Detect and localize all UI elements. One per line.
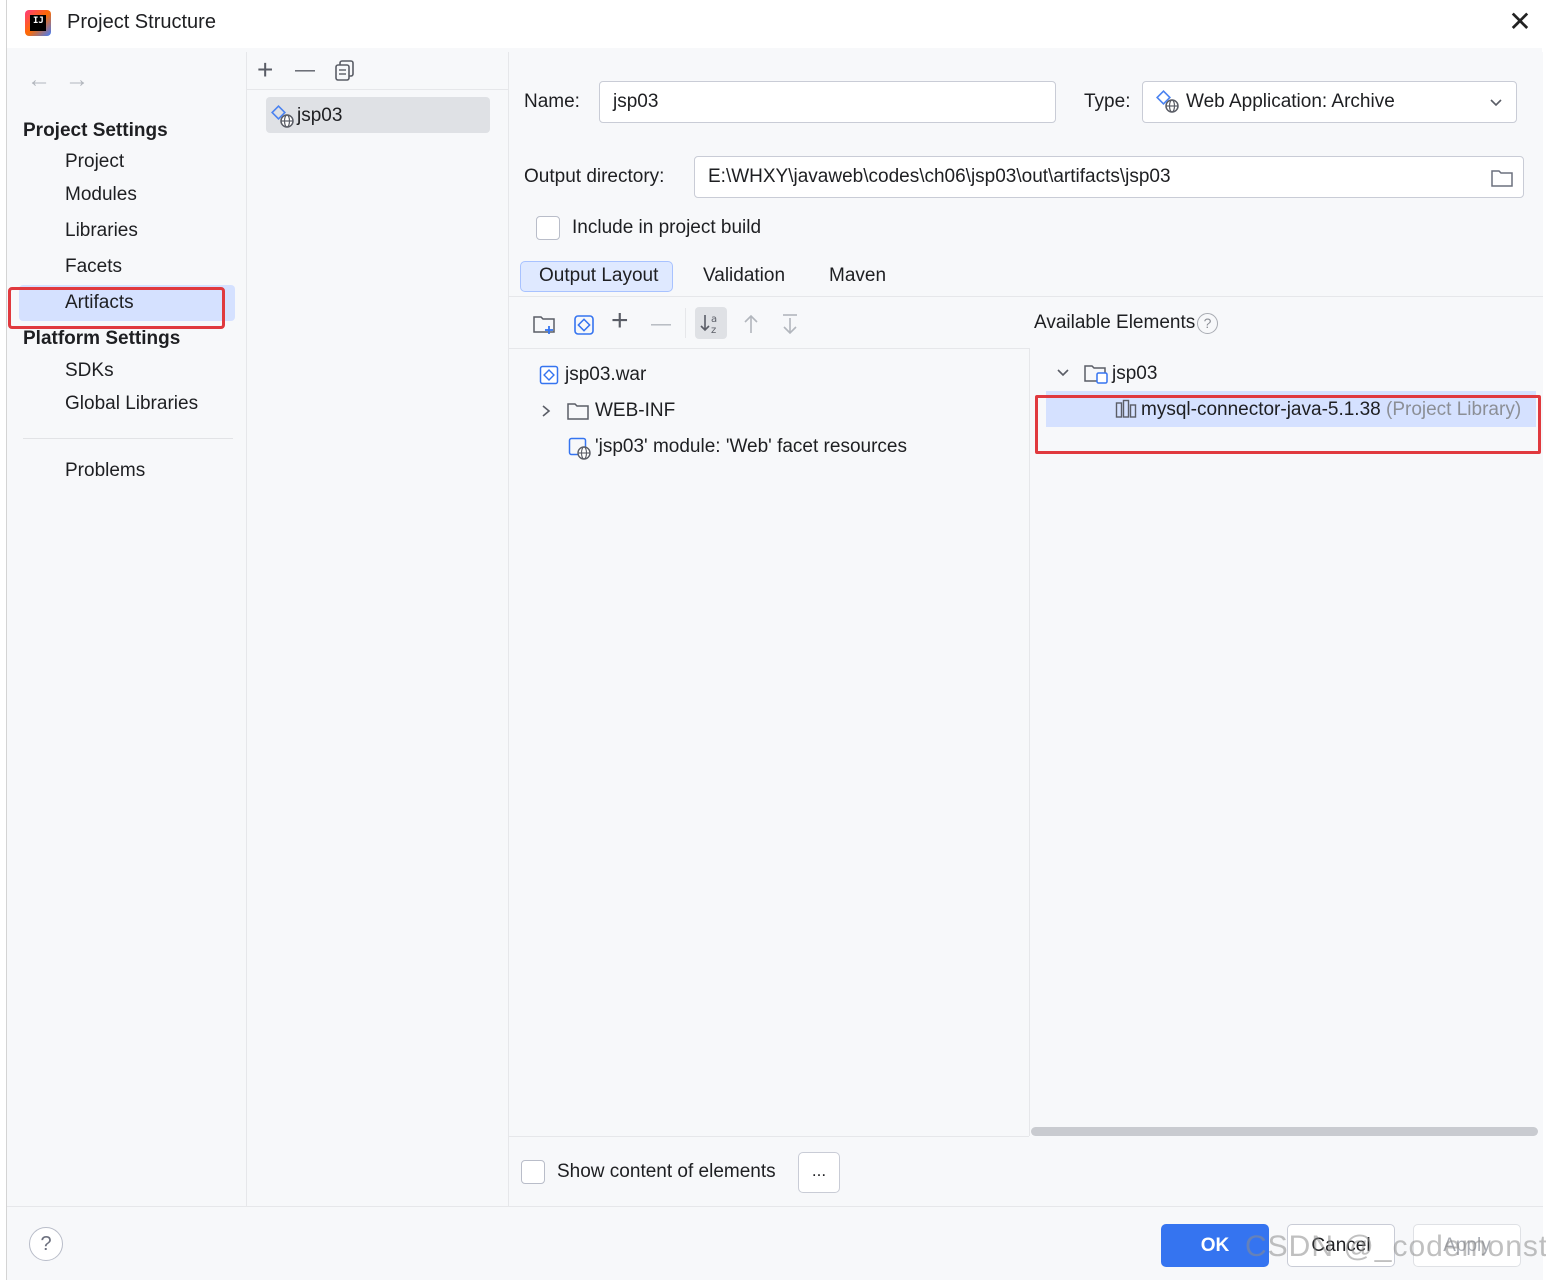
tree-item-web-facet-resources[interactable]: 'jsp03' module: 'Web' facet resources bbox=[595, 436, 907, 458]
tab-output-layout[interactable]: Output Layout bbox=[539, 265, 658, 287]
available-elements-heading: Available Elements bbox=[1034, 312, 1196, 333]
type-dropdown-value: Web Application: Archive bbox=[1186, 91, 1395, 112]
settings-sidebar: ← → Project Settings Project Modules Lib… bbox=[7, 52, 247, 1206]
show-content-checkbox[interactable] bbox=[521, 1160, 545, 1184]
new-directory-icon[interactable] bbox=[533, 314, 557, 336]
window-title: Project Structure bbox=[67, 11, 216, 33]
sidebar-item-problems[interactable]: Problems bbox=[65, 460, 145, 482]
sidebar-item-facets[interactable]: Facets bbox=[65, 256, 122, 278]
dialog-footer: ? OK Cancel Apply CSDN @_codemonster bbox=[7, 1206, 1546, 1280]
remove-icon[interactable]: — bbox=[295, 58, 315, 82]
show-content-options-button[interactable]: ... bbox=[798, 1152, 840, 1193]
chevron-down-icon bbox=[1488, 94, 1504, 110]
artifact-settings-panel: Name: jsp03 Type: Web Application: Archi… bbox=[509, 52, 1543, 1206]
svg-text:a: a bbox=[711, 314, 717, 325]
project-settings-heading: Project Settings bbox=[23, 120, 168, 141]
add-copy-of-icon[interactable]: + bbox=[611, 306, 629, 336]
sidebar-item-modules[interactable]: Modules bbox=[65, 184, 137, 206]
tabs-divider bbox=[509, 296, 1543, 297]
horizontal-scrollbar[interactable] bbox=[1031, 1127, 1538, 1136]
sidebar-divider bbox=[23, 438, 233, 439]
archive-icon bbox=[539, 365, 559, 385]
name-label: Name: bbox=[524, 91, 580, 112]
forward-arrow-icon[interactable]: → bbox=[65, 66, 89, 94]
move-down-icon[interactable] bbox=[780, 313, 800, 335]
tab-validation[interactable]: Validation bbox=[703, 265, 785, 287]
artifact-item-label: jsp03 bbox=[297, 105, 343, 126]
title-bar: IJ Project Structure ✕ bbox=[7, 0, 1543, 48]
platform-settings-heading: Platform Settings bbox=[23, 328, 181, 349]
output-directory-field[interactable]: E:\WHXY\javaweb\codes\ch06\jsp03\out\art… bbox=[694, 156, 1524, 198]
sidebar-item-global-libraries[interactable]: Global Libraries bbox=[65, 393, 198, 415]
web-artifact-icon bbox=[271, 105, 295, 129]
copy-icon[interactable] bbox=[335, 60, 355, 82]
tab-maven[interactable]: Maven bbox=[829, 265, 886, 287]
artifacts-highlight-annotation bbox=[8, 287, 225, 329]
name-field-value: jsp03 bbox=[613, 91, 659, 112]
close-icon[interactable]: ✕ bbox=[1505, 8, 1535, 38]
toolbar-divider bbox=[685, 308, 686, 338]
web-facet-icon bbox=[568, 437, 592, 461]
add-icon[interactable]: + bbox=[257, 56, 273, 84]
web-artifact-icon bbox=[1156, 90, 1180, 114]
intellij-logo-icon: IJ bbox=[25, 10, 51, 36]
module-folder-icon bbox=[1084, 363, 1110, 385]
svg-text:z: z bbox=[711, 325, 716, 336]
folder-browse-icon[interactable] bbox=[1491, 168, 1513, 188]
type-label: Type: bbox=[1084, 91, 1131, 112]
type-dropdown[interactable]: Web Application: Archive bbox=[1142, 81, 1517, 123]
output-directory-label: Output directory: bbox=[524, 166, 665, 187]
back-arrow-icon[interactable]: ← bbox=[27, 66, 51, 94]
sidebar-item-sdks[interactable]: SDKs bbox=[65, 360, 114, 382]
remove-element-icon[interactable]: — bbox=[651, 312, 671, 336]
output-directory-value: E:\WHXY\javaweb\codes\ch06\jsp03\out\art… bbox=[708, 166, 1171, 187]
available-item-jsp03[interactable]: jsp03 bbox=[1112, 363, 1157, 385]
csdn-watermark: CSDN @_codemonster bbox=[1245, 1230, 1546, 1263]
layout-split-divider bbox=[1029, 348, 1030, 1136]
include-in-build-checkbox[interactable] bbox=[536, 216, 560, 240]
tree-item-jsp03-war[interactable]: jsp03.war bbox=[565, 364, 646, 386]
sidebar-item-libraries[interactable]: Libraries bbox=[65, 220, 138, 242]
chevron-right-icon[interactable] bbox=[539, 403, 553, 419]
tree-item-web-inf[interactable]: WEB-INF bbox=[595, 400, 675, 422]
name-field[interactable]: jsp03 bbox=[599, 81, 1056, 123]
include-in-build-label: Include in project build bbox=[572, 217, 762, 238]
help-icon[interactable]: ? bbox=[1197, 313, 1218, 334]
show-content-label: Show content of elements bbox=[557, 1161, 776, 1182]
sidebar-item-project[interactable]: Project bbox=[65, 151, 124, 173]
artifacts-list-panel: + — jsp03 bbox=[247, 52, 509, 1206]
help-button[interactable]: ? bbox=[29, 1227, 63, 1261]
chevron-down-icon[interactable] bbox=[1055, 365, 1071, 381]
move-up-icon[interactable] bbox=[741, 313, 761, 335]
library-highlight-annotation bbox=[1035, 395, 1541, 454]
folder-icon bbox=[567, 401, 589, 421]
layout-tree-bottom-border bbox=[509, 1136, 1029, 1137]
project-structure-dialog: IJ Project Structure ✕ ← → Project Setti… bbox=[6, 0, 1546, 1280]
artifacts-toolbar: + — bbox=[247, 52, 509, 90]
create-archive-icon[interactable] bbox=[573, 314, 595, 336]
layout-tree-top-border bbox=[509, 348, 1029, 349]
sort-elements-icon[interactable]: az bbox=[695, 307, 727, 339]
